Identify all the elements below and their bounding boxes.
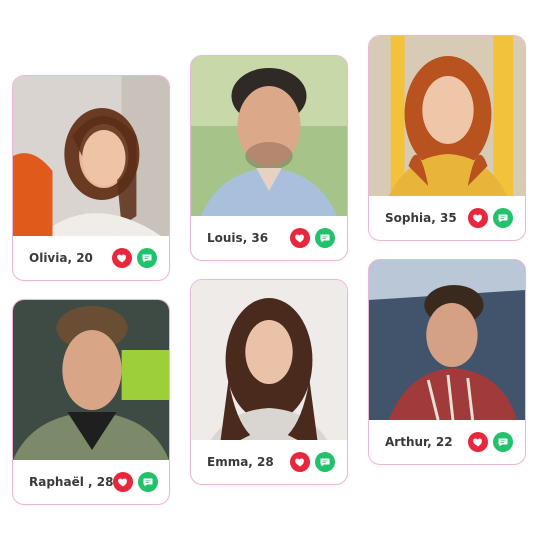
like-button[interactable] bbox=[468, 208, 488, 228]
profile-actions bbox=[113, 472, 159, 492]
profile-card-arthur[interactable]: Arthur, 22 bbox=[368, 259, 526, 465]
profile-actions bbox=[468, 208, 513, 228]
heart-icon bbox=[116, 252, 128, 264]
profile-photo[interactable] bbox=[13, 300, 169, 460]
profile-card-emma[interactable]: Emma, 28 bbox=[190, 279, 348, 485]
profile-footer: Olivia, 20 bbox=[13, 236, 169, 280]
chat-bubble-icon bbox=[497, 212, 509, 224]
profile-actions bbox=[112, 248, 157, 268]
chat-bubble-icon bbox=[319, 232, 331, 244]
profile-photo[interactable] bbox=[191, 280, 347, 440]
heart-icon bbox=[294, 232, 306, 244]
chat-bubble-icon bbox=[142, 476, 154, 488]
like-button[interactable] bbox=[290, 228, 310, 248]
chat-bubble-icon bbox=[141, 252, 153, 264]
heart-icon bbox=[472, 212, 484, 224]
profile-photo[interactable] bbox=[191, 56, 347, 216]
chat-button[interactable] bbox=[493, 208, 513, 228]
profile-name: Sophia, 35 bbox=[385, 211, 457, 225]
profile-name: Louis, 36 bbox=[207, 231, 269, 245]
like-button[interactable] bbox=[468, 432, 488, 452]
like-button[interactable] bbox=[290, 452, 310, 472]
chat-button[interactable] bbox=[138, 472, 159, 492]
profile-photo[interactable] bbox=[369, 36, 525, 196]
heart-icon bbox=[472, 436, 484, 448]
profile-card-louis[interactable]: Louis, 36 bbox=[190, 55, 348, 261]
chat-bubble-icon bbox=[319, 456, 331, 468]
like-button[interactable] bbox=[113, 472, 134, 492]
profile-name: Raphaël , 28 bbox=[29, 475, 114, 489]
chat-button[interactable] bbox=[315, 228, 335, 248]
profile-actions bbox=[290, 452, 335, 472]
profile-name: Emma, 28 bbox=[207, 455, 274, 469]
profile-footer: Sophia, 35 bbox=[369, 196, 525, 240]
chat-button[interactable] bbox=[493, 432, 513, 452]
profile-name: Arthur, 22 bbox=[385, 435, 453, 449]
chat-bubble-icon bbox=[497, 436, 509, 448]
profile-actions bbox=[290, 228, 335, 248]
heart-icon bbox=[294, 456, 306, 468]
profile-footer: Louis, 36 bbox=[191, 216, 347, 260]
profile-photo[interactable] bbox=[369, 260, 525, 420]
profile-footer: Arthur, 22 bbox=[369, 420, 525, 464]
profile-actions bbox=[468, 432, 513, 452]
chat-button[interactable] bbox=[315, 452, 335, 472]
profile-footer: Raphaël , 28 bbox=[13, 460, 169, 504]
profile-card-raphael[interactable]: Raphaël , 28 bbox=[12, 299, 170, 505]
chat-button[interactable] bbox=[137, 248, 157, 268]
like-button[interactable] bbox=[112, 248, 132, 268]
profile-name: Olivia, 20 bbox=[29, 251, 93, 265]
profile-card-sophia[interactable]: Sophia, 35 bbox=[368, 35, 526, 241]
profile-footer: Emma, 28 bbox=[191, 440, 347, 484]
heart-icon bbox=[117, 476, 129, 488]
profile-photo[interactable] bbox=[13, 76, 169, 236]
profile-card-olivia[interactable]: Olivia, 20 bbox=[12, 75, 170, 281]
